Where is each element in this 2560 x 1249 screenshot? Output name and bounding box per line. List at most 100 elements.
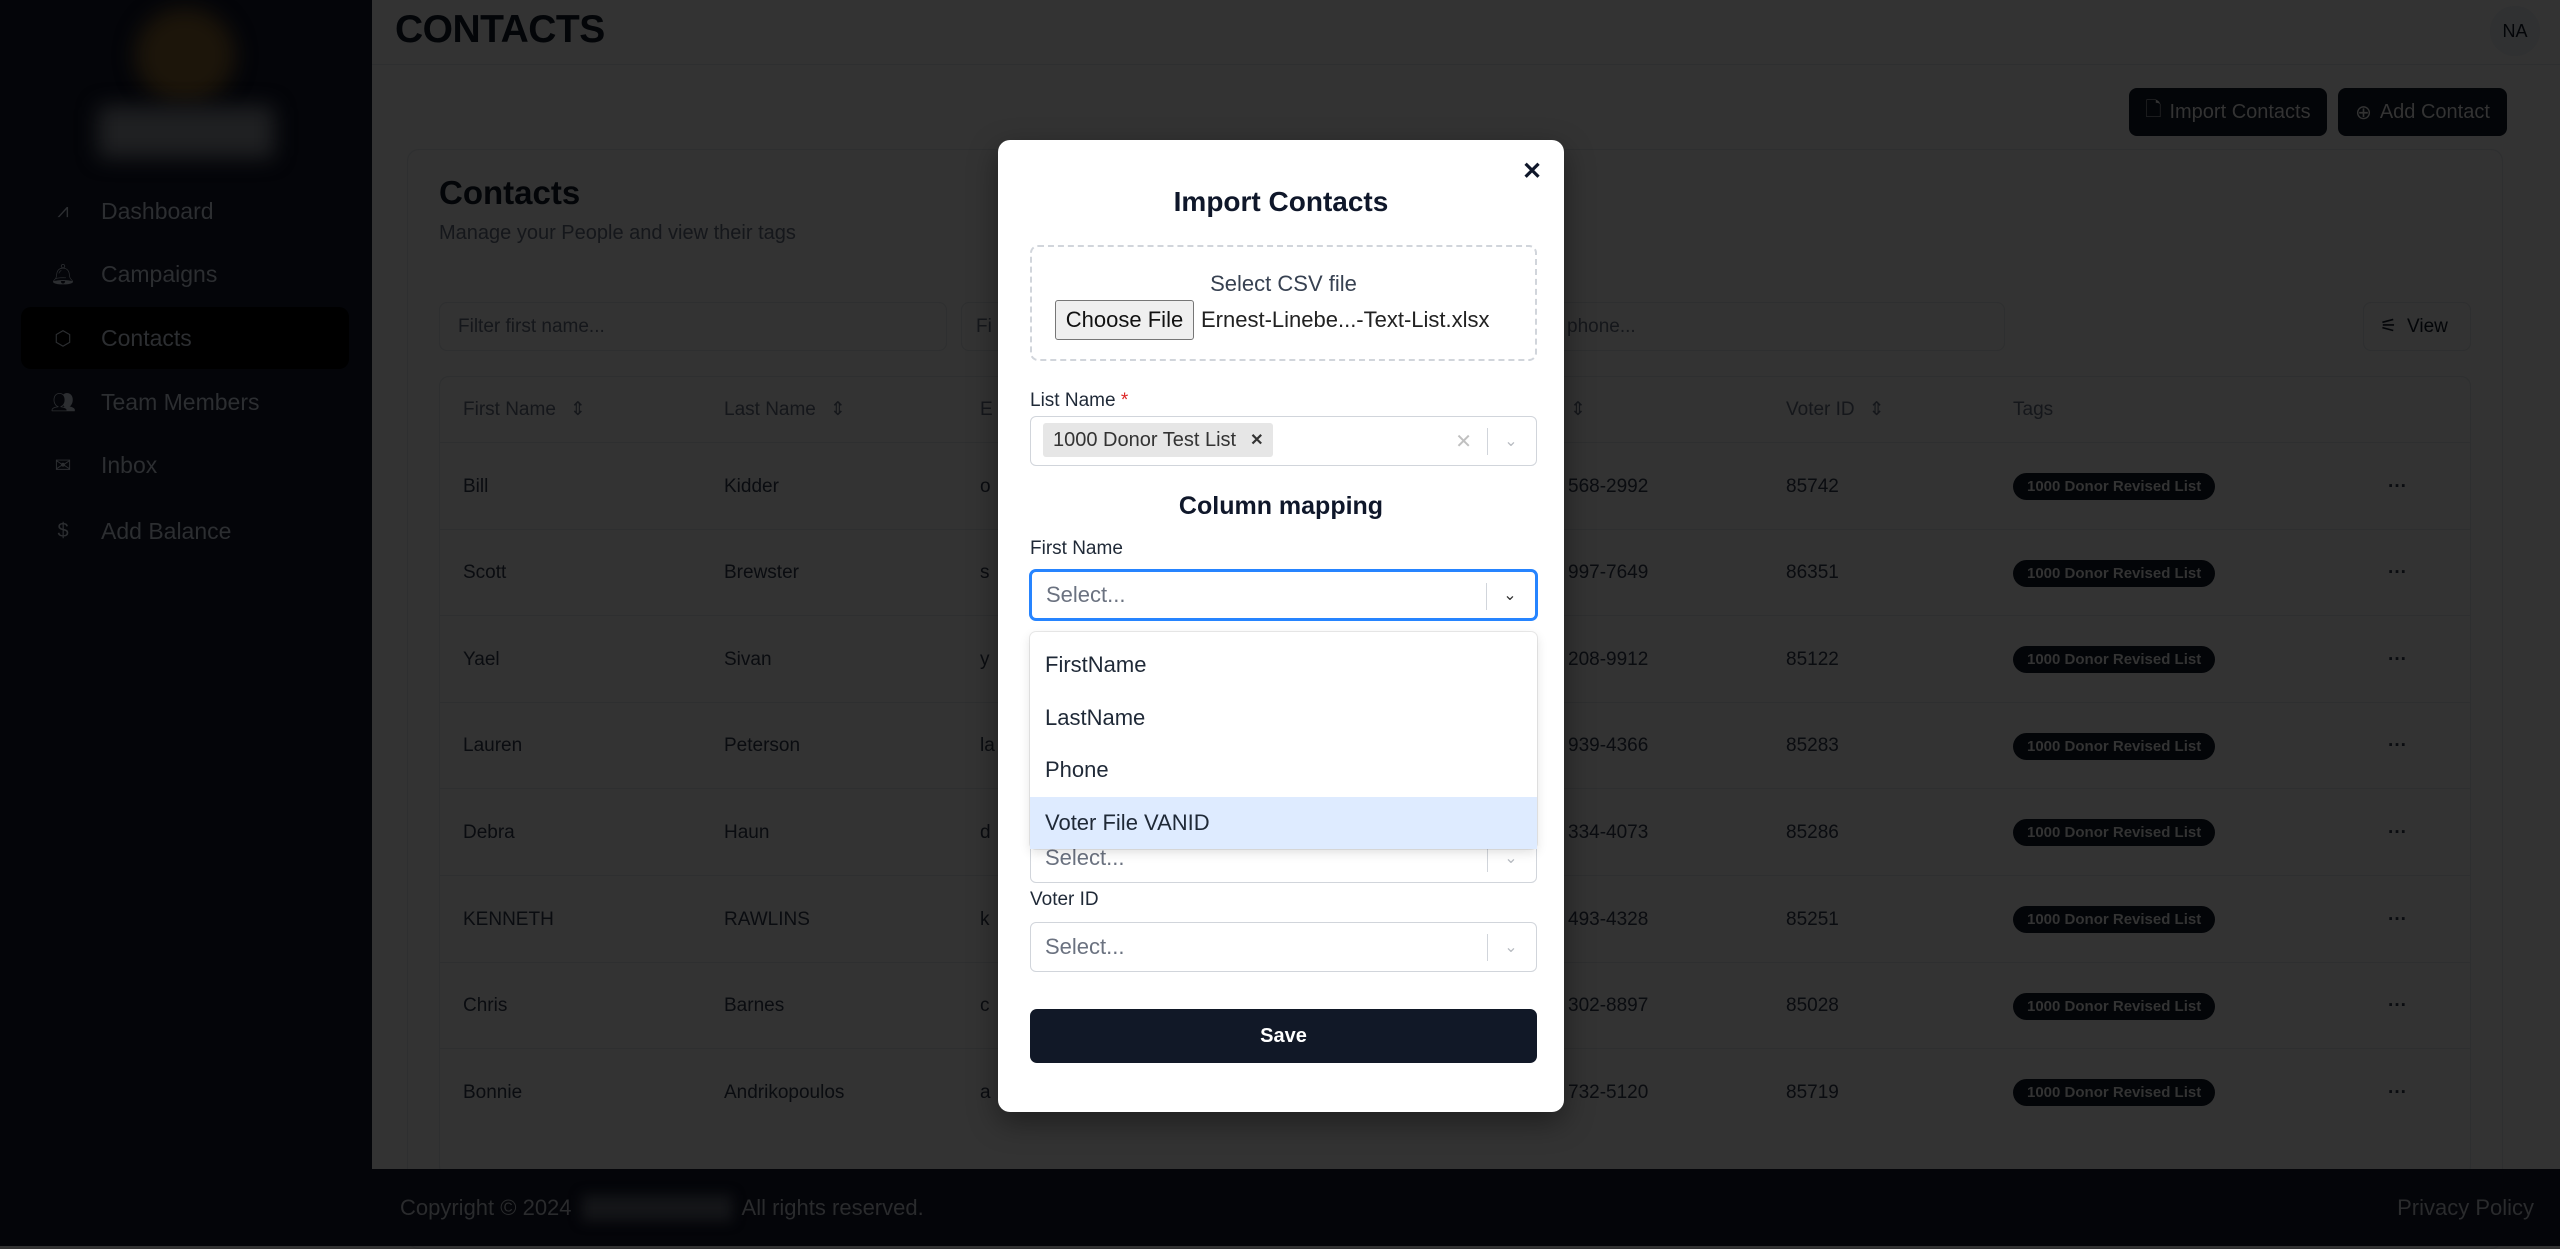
sidebar-item-label: Inbox bbox=[101, 451, 158, 478]
close-icon[interactable]: ✕ bbox=[1522, 157, 1542, 186]
first-name-label: First Name bbox=[1030, 538, 1123, 559]
tag-badge: 1000 Donor Revised List bbox=[2013, 906, 2216, 933]
import-contacts-button[interactable]: 🗋 Import Contacts bbox=[2129, 88, 2327, 136]
sort-icon: ⇕ bbox=[1570, 399, 1586, 420]
header-label: Last Name bbox=[724, 398, 816, 420]
option-firstname[interactable]: FirstName bbox=[1030, 639, 1537, 692]
tag-cell: 1000 Donor Revised List bbox=[2013, 530, 2216, 617]
logo-text-blurred bbox=[98, 106, 274, 158]
email-cell: s bbox=[980, 562, 990, 584]
page-title: CONTACTS bbox=[395, 8, 605, 51]
tag-badge: 1000 Donor Revised List bbox=[2013, 473, 2216, 500]
file-icon: 🗋 bbox=[2145, 99, 2162, 121]
row-actions-menu-icon[interactable]: ··· bbox=[2388, 876, 2407, 963]
sidebar-item-inbox[interactable]: ✉ Inbox bbox=[21, 434, 349, 496]
sidebar-item-label: Team Members bbox=[101, 388, 260, 415]
file-dropzone[interactable]: Select CSV file Choose File Ernest-Lineb… bbox=[1030, 245, 1537, 361]
option-phone[interactable]: Phone bbox=[1030, 744, 1537, 797]
clear-icon[interactable]: ✕ bbox=[1455, 417, 1472, 465]
logo bbox=[135, 8, 235, 103]
sidebar-item-label: Campaigns bbox=[101, 260, 218, 287]
sidebar-item-label: Contacts bbox=[101, 324, 192, 351]
row-actions-menu-icon[interactable]: ··· bbox=[2388, 963, 2407, 1050]
row-actions-menu-icon[interactable]: ··· bbox=[2388, 443, 2407, 530]
sidebar-item-campaigns[interactable]: 🔔︎ Campaigns bbox=[21, 243, 349, 305]
column-mapping-title: Column mapping bbox=[1178, 492, 1384, 520]
first-name-select[interactable]: Select... ⌄ bbox=[1030, 570, 1537, 620]
label-text: List Name bbox=[1030, 390, 1116, 411]
first-name-cell: Scott bbox=[463, 562, 507, 584]
row-actions-menu-icon[interactable]: ··· bbox=[2388, 1049, 2407, 1136]
sidebar-item-dashboard[interactable]: ⩘ Dashboard bbox=[21, 180, 349, 242]
voter-id-label: Voter ID bbox=[1030, 889, 1099, 910]
add-contact-button[interactable]: ⊕ Add Contact bbox=[2338, 88, 2507, 136]
header-label: Voter ID bbox=[1786, 398, 1855, 420]
email-cell: a bbox=[980, 1081, 991, 1103]
choose-file-button[interactable]: Choose File bbox=[1055, 300, 1194, 340]
select-placeholder: Select... bbox=[1046, 582, 1126, 607]
tag-badge: 1000 Donor Revised List bbox=[2013, 1079, 2216, 1107]
tag-badge: 1000 Donor Revised List bbox=[2013, 559, 2216, 587]
filter-first-name-input[interactable]: Filter first name... bbox=[439, 302, 947, 351]
filter-phone-input[interactable]: phone... bbox=[1500, 302, 2005, 351]
last-name-cell: Peterson bbox=[724, 735, 801, 757]
option-lastname[interactable]: LastName bbox=[1030, 692, 1537, 745]
voter-id-cell: 85286 bbox=[1786, 821, 1839, 843]
first-name-cell: Debra bbox=[463, 821, 515, 843]
phone-cell: 302-8897 bbox=[1568, 995, 1649, 1017]
button-label: Add Contact bbox=[2379, 100, 2490, 123]
row-actions-menu-icon[interactable]: ··· bbox=[2388, 530, 2407, 617]
sidebar-item-label: Add Balance bbox=[101, 517, 232, 544]
last-name-cell: Barnes bbox=[724, 995, 785, 1017]
chart-line-icon: ⩘ bbox=[57, 199, 69, 222]
footer: Copyright © 2024 All rights reserved. Pr… bbox=[372, 1169, 2560, 1246]
tag-cell: 1000 Donor Revised List bbox=[2013, 1049, 2216, 1136]
save-button[interactable]: Save bbox=[1030, 1009, 1537, 1063]
button-label: Import Contacts bbox=[2169, 100, 2311, 123]
email-cell: c bbox=[980, 995, 990, 1017]
list-name-select[interactable]: 1000 Donor Test List ✕ ✕ ⌄ bbox=[1030, 416, 1537, 466]
bell-icon: 🔔︎ bbox=[50, 263, 76, 286]
column-header-last-name[interactable]: Last Name ⇕ bbox=[724, 377, 846, 442]
tag-badge: 1000 Donor Revised List bbox=[2013, 992, 2216, 1020]
phone-cell: 939-4366 bbox=[1568, 735, 1649, 757]
button-label: View bbox=[2407, 315, 2448, 337]
sidebar-item-team-members[interactable]: 👥︎ Team Members bbox=[21, 371, 349, 433]
row-actions-menu-icon[interactable]: ··· bbox=[2388, 789, 2407, 876]
card-title: Contacts bbox=[439, 174, 581, 211]
chevron-down-icon[interactable]: ⌄ bbox=[1498, 923, 1524, 971]
column-header-voter-id[interactable]: Voter ID ⇕ bbox=[1786, 377, 1885, 442]
privacy-policy-link[interactable]: Privacy Policy bbox=[2397, 1169, 2534, 1246]
email-cell: y bbox=[980, 648, 990, 670]
import-contacts-modal: ✕ Import Contacts Select CSV file Choose… bbox=[998, 140, 1564, 1112]
sidebar-item-contacts[interactable]: ⬡ Contacts bbox=[21, 307, 349, 369]
avatar[interactable]: NA bbox=[2490, 6, 2540, 56]
list-name-chip: 1000 Donor Test List ✕ bbox=[1043, 423, 1274, 457]
view-button[interactable]: ⚟ View bbox=[2363, 302, 2471, 351]
column-header-phone[interactable]: ⇕ bbox=[1570, 377, 1586, 442]
chevron-down-icon[interactable]: ⌄ bbox=[1498, 417, 1524, 465]
column-header-email[interactable]: E bbox=[980, 377, 993, 442]
tag-cell: 1000 Donor Revised List bbox=[2013, 443, 2216, 530]
sidebar-item-add-balance[interactable]: $ Add Balance bbox=[21, 500, 349, 562]
tag-cell: 1000 Donor Revised List bbox=[2013, 616, 2216, 703]
option-voter-file-vanid[interactable]: Voter File VANID bbox=[1030, 796, 1537, 849]
tag-badge: 1000 Donor Revised List bbox=[2013, 646, 2216, 674]
phone-cell: 493-4328 bbox=[1568, 908, 1649, 930]
box-icon: ⬡ bbox=[54, 327, 72, 350]
voter-id-cell: 85028 bbox=[1786, 995, 1839, 1017]
row-actions-menu-icon[interactable]: ··· bbox=[2388, 616, 2407, 703]
row-actions-menu-icon[interactable]: ··· bbox=[2388, 703, 2407, 790]
company-name-blurred bbox=[581, 1194, 732, 1221]
chevron-down-icon[interactable]: ⌄ bbox=[1497, 572, 1523, 618]
modal-title: Import Contacts bbox=[1173, 186, 1389, 217]
select-placeholder: Select... bbox=[1045, 934, 1125, 959]
column-header-first-name[interactable]: First Name ⇕ bbox=[463, 377, 586, 442]
voter-id-cell: 85283 bbox=[1786, 735, 1839, 757]
voter-id-select[interactable]: Select... ⌄ bbox=[1030, 922, 1537, 972]
email-cell: k bbox=[980, 908, 990, 930]
mail-icon: ✉ bbox=[54, 454, 72, 477]
tag-cell: 1000 Donor Revised List bbox=[2013, 703, 2216, 790]
list-name-label: List Name * bbox=[1030, 390, 1128, 412]
chip-remove-icon[interactable]: ✕ bbox=[1250, 430, 1263, 450]
